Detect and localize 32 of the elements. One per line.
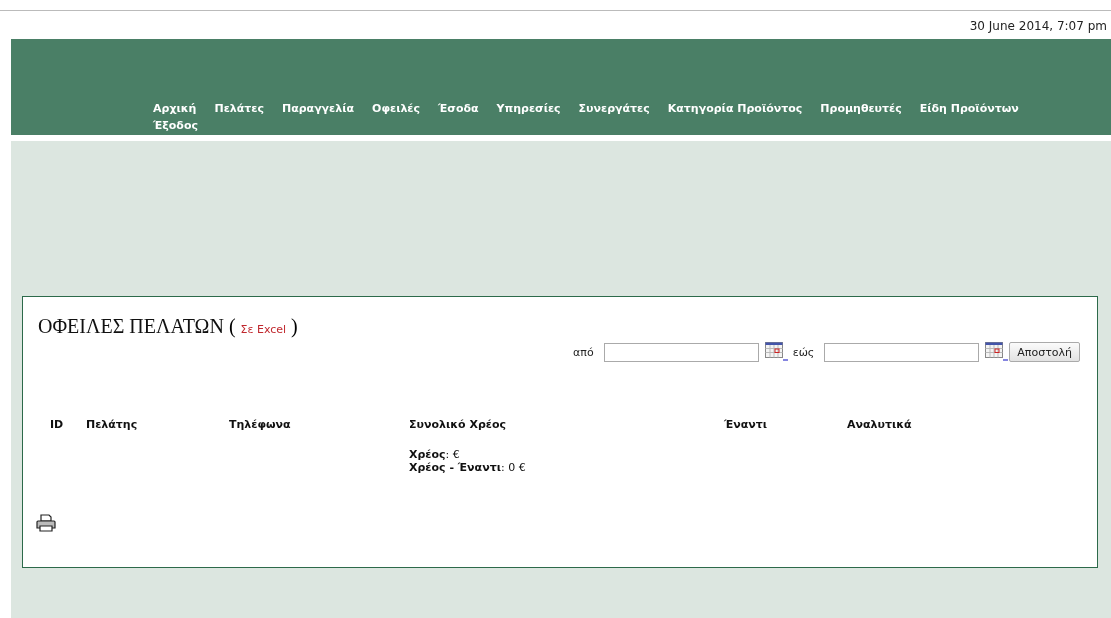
from-label: από [573, 345, 594, 359]
nav-link[interactable]: Αρχική [153, 102, 197, 116]
from-date-field[interactable] [603, 342, 759, 362]
to-label: εώς [792, 345, 815, 359]
nav-link[interactable]: Έξοδος [153, 119, 198, 133]
date-time: 30 June 2014, 7:07 pm [969, 19, 1107, 35]
nav-link[interactable]: Έσοδα [438, 102, 479, 116]
nav-link[interactable]: Συνεργάτες [578, 102, 650, 116]
calendar-icon[interactable] [985, 342, 1010, 362]
column-header: Έναντι [724, 418, 768, 431]
nav-link[interactable]: Πελάτες [214, 102, 264, 116]
column-header: Τηλέφωνα [229, 418, 291, 431]
excel-link[interactable]: Σε Excel [240, 323, 287, 336]
nav-link[interactable]: Οφειλές [372, 102, 421, 116]
paren: ) [291, 315, 298, 338]
column-header: Πελάτης [86, 418, 138, 431]
nav-link[interactable]: Παραγγελία [281, 102, 355, 116]
column-header: ID [50, 418, 64, 431]
nav-link[interactable]: Προμηθευτές [820, 102, 902, 116]
calendar-icon[interactable] [764, 342, 789, 362]
summary-line: Χρέος: € [409, 448, 461, 461]
column-header: Συνολικό Χρέος [409, 418, 506, 431]
column-header: Αναλυτικά [847, 418, 912, 431]
nav-link[interactable]: Είδη Προϊόντων [919, 102, 1019, 116]
submit-button[interactable]: Αποστολή [1009, 342, 1080, 362]
printer-icon[interactable] [36, 514, 56, 532]
nav-link[interactable]: Υπηρεσίες [496, 102, 561, 116]
nav-link[interactable]: Κατηγορία Προϊόντος [667, 102, 803, 116]
page-title: ΟΦΕΙΛΕΣ ΠΕΛΑΤΩΝ [38, 315, 224, 338]
paren: ( [228, 315, 236, 338]
to-date-field[interactable] [824, 342, 980, 362]
summary-line: Χρέος - Έναντι: 0 € [409, 461, 527, 474]
